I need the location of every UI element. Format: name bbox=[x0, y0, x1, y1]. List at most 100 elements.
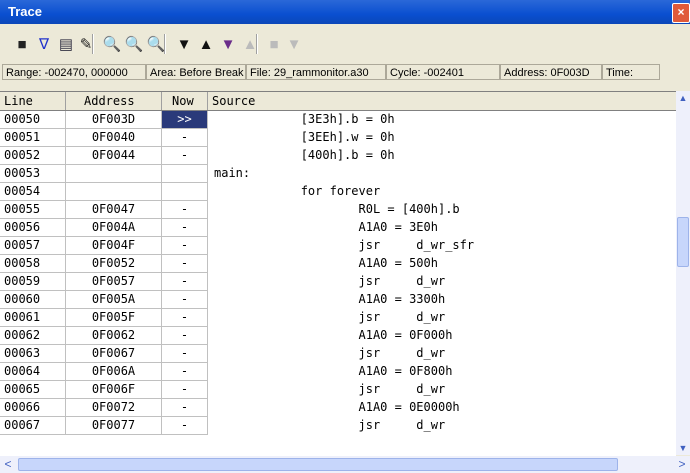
cell-src: R0L = [400h].b bbox=[214, 202, 460, 216]
cell-line: 00065 bbox=[0, 381, 66, 399]
cell-line: 00055 bbox=[0, 201, 66, 219]
cell-addr: 0F0044 bbox=[66, 147, 162, 165]
table-row[interactable]: 00060 0F005A - A1A0 = 3300h bbox=[0, 291, 676, 309]
cycle-field: Cycle: -002401 bbox=[386, 64, 500, 80]
cell-line: 00054 bbox=[0, 183, 66, 201]
cell-line: 00067 bbox=[0, 417, 66, 435]
column-header-line[interactable]: Line bbox=[0, 92, 66, 110]
scroll-right-icon[interactable]: > bbox=[674, 456, 690, 473]
cell-now: - bbox=[162, 129, 208, 147]
cell-src: A1A0 = 3E0h bbox=[214, 220, 438, 234]
cell-src: jsr d_wr bbox=[214, 418, 446, 432]
table-row[interactable]: 00067 0F0077- jsr d_wr bbox=[0, 417, 676, 435]
search-next-icon[interactable]: 🔍 bbox=[146, 34, 166, 54]
cell-now: >> bbox=[162, 111, 208, 129]
vertical-scroll-thumb[interactable] bbox=[677, 217, 689, 267]
cell-now: - bbox=[162, 381, 208, 399]
table-header: Line Address Now Source bbox=[0, 92, 676, 111]
cell-now: - bbox=[162, 219, 208, 237]
cell-addr: 0F004F bbox=[66, 237, 162, 255]
cell-now: - bbox=[162, 201, 208, 219]
cell-addr bbox=[66, 165, 162, 183]
record-icon[interactable]: ■ bbox=[12, 34, 32, 54]
cell-line: 00066 bbox=[0, 399, 66, 417]
cell-src: A1A0 = 500h bbox=[214, 256, 438, 270]
cell-now: - bbox=[162, 345, 208, 363]
table-row[interactable]: 00050 0F003D >> [3E3h].b = 0h bbox=[0, 111, 676, 129]
cell-line: 00050 bbox=[0, 111, 66, 129]
table-row[interactable]: 00053 main: bbox=[0, 165, 676, 183]
table-row[interactable]: 00059 0F0057- jsr d_wr bbox=[0, 273, 676, 291]
cell-src: A1A0 = 0F000h bbox=[214, 328, 453, 342]
cell-src: jsr d_wr bbox=[214, 274, 446, 288]
column-header-now[interactable]: Now bbox=[162, 92, 208, 110]
column-header-address[interactable]: Address bbox=[66, 92, 162, 110]
cell-addr: 0F0062 bbox=[66, 327, 162, 345]
trace-table: Line Address Now Source 00050 0F003D >> [3… bbox=[0, 91, 676, 456]
toolbar-separator bbox=[164, 34, 166, 54]
document-icon[interactable]: ▤ bbox=[56, 34, 76, 54]
range-field: Range: -002470, 000000 bbox=[2, 64, 146, 80]
cell-addr: 0F006A bbox=[66, 363, 162, 381]
cell-now: - bbox=[162, 309, 208, 327]
cell-addr: 0F0040 bbox=[66, 129, 162, 147]
cell-addr: 0F0057 bbox=[66, 273, 162, 291]
table-row[interactable]: 00062 0F0062- A1A0 = 0F000h bbox=[0, 327, 676, 345]
cell-now: - bbox=[162, 147, 208, 165]
table-row[interactable]: 00056 0F004A - A1A0 = 3E0h bbox=[0, 219, 676, 237]
triangle-down-icon[interactable]: ▼ bbox=[174, 34, 194, 54]
cell-addr bbox=[66, 183, 162, 201]
cell-src: A1A0 = 0F800h bbox=[214, 364, 453, 378]
column-header-source[interactable]: Source bbox=[208, 92, 676, 110]
table-row[interactable]: 00066 0F0072- A1A0 = 0E0000h bbox=[0, 399, 676, 417]
jump-down-icon[interactable]: ▼ bbox=[218, 34, 238, 54]
horizontal-scroll-thumb[interactable] bbox=[18, 458, 618, 471]
table-row[interactable]: 00051 0F0040- [3EEh].w = 0h bbox=[0, 129, 676, 147]
toolbar-separator bbox=[92, 34, 94, 54]
table-row[interactable]: 00052 0F0044- [400h].b = 0h bbox=[0, 147, 676, 165]
cell-line: 00057 bbox=[0, 237, 66, 255]
cell-addr: 0F005F bbox=[66, 309, 162, 327]
cell-now: - bbox=[162, 327, 208, 345]
search-icon[interactable]: 🔍 bbox=[102, 34, 122, 54]
table-row[interactable]: 00054 for forever bbox=[0, 183, 676, 201]
table-row[interactable]: 00065 0F006F - jsr d_wr bbox=[0, 381, 676, 399]
stop-icon[interactable]: ■ bbox=[264, 34, 284, 54]
search-prev-icon[interactable]: 🔍 bbox=[124, 34, 144, 54]
window-title: Trace bbox=[8, 4, 42, 19]
cell-now bbox=[162, 183, 208, 201]
cell-now: - bbox=[162, 237, 208, 255]
table-row[interactable]: 00058 0F0052- A1A0 = 500h bbox=[0, 255, 676, 273]
cell-src: [400h].b = 0h bbox=[214, 148, 395, 162]
table-row[interactable]: 00055 0F0047- R0L = [400h].b bbox=[0, 201, 676, 219]
table-row[interactable]: 00057 0F004F - jsr d_wr_sfr bbox=[0, 237, 676, 255]
cell-line: 00051 bbox=[0, 129, 66, 147]
cell-line: 00056 bbox=[0, 219, 66, 237]
table-row[interactable]: 00061 0F005F - jsr d_wr bbox=[0, 309, 676, 327]
cell-line: 00064 bbox=[0, 363, 66, 381]
scroll-up-icon[interactable]: ▲ bbox=[676, 91, 690, 105]
cell-src: for forever bbox=[214, 184, 381, 198]
table-row[interactable]: 00063 0F0067- jsr d_wr bbox=[0, 345, 676, 363]
cell-addr: 0F0047 bbox=[66, 201, 162, 219]
cell-addr: 0F0052 bbox=[66, 255, 162, 273]
cell-src: jsr d_wr bbox=[214, 346, 446, 360]
cell-line: 00062 bbox=[0, 327, 66, 345]
triangle-up-icon[interactable]: ▲ bbox=[196, 34, 216, 54]
cell-line: 00060 bbox=[0, 291, 66, 309]
scroll-down-icon[interactable]: ▼ bbox=[676, 441, 690, 455]
table-row[interactable]: 00064 0F006A - A1A0 = 0F800h bbox=[0, 363, 676, 381]
cell-addr: 0F0067 bbox=[66, 345, 162, 363]
scroll-left-icon[interactable]: < bbox=[0, 456, 16, 473]
vertical-scrollbar[interactable]: ▲ ▼ bbox=[676, 91, 690, 455]
cell-src: [3EEh].w = 0h bbox=[214, 130, 395, 144]
cell-now: - bbox=[162, 399, 208, 417]
horizontal-scrollbar[interactable]: < > bbox=[0, 456, 690, 473]
close-button[interactable]: × bbox=[672, 3, 690, 23]
filter-icon[interactable]: ∇ bbox=[34, 34, 54, 54]
title-bar[interactable]: Trace × bbox=[0, 0, 690, 24]
cell-addr: 0F0077 bbox=[66, 417, 162, 435]
next-icon[interactable]: ▼ bbox=[284, 34, 304, 54]
cell-now: - bbox=[162, 363, 208, 381]
cell-src: [3E3h].b = 0h bbox=[214, 112, 395, 126]
